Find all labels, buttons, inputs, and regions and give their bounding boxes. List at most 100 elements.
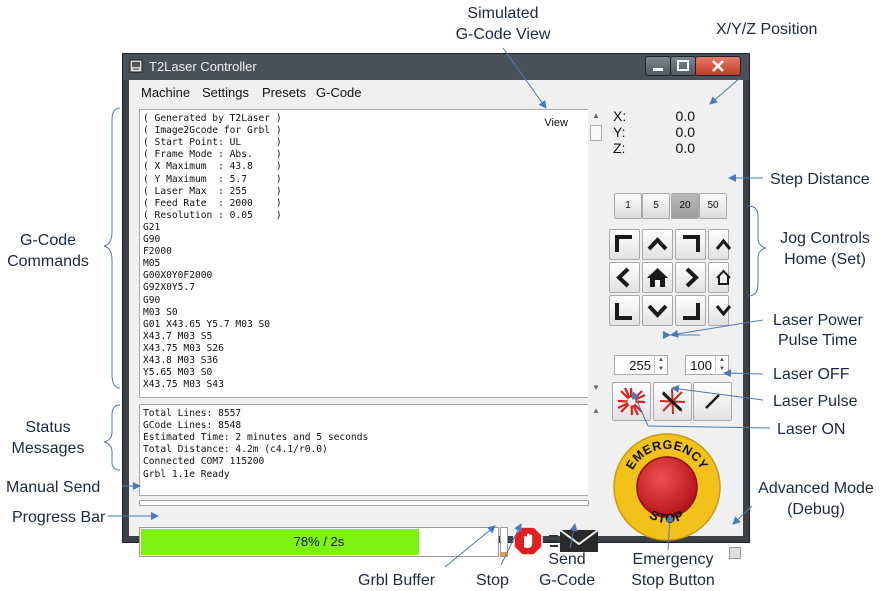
title-bar: T2Laser Controller <box>123 54 749 80</box>
gcode-line: X43.8 M03 S36 <box>143 355 219 366</box>
jog-right-button[interactable] <box>675 262 706 293</box>
progress-text: 78% / 2s <box>293 534 345 549</box>
status-line: GCode Lines: 8548 <box>143 420 242 432</box>
spin-down-arrow[interactable]: ▼ <box>654 365 667 373</box>
callout-manual-send: Manual Send <box>6 479 101 496</box>
spin-up-arrow[interactable]: ▲ <box>654 356 667 364</box>
laser-pulse-icon <box>659 388 686 415</box>
corner-down-left-icon <box>615 303 632 320</box>
callout-step-distance: Step Distance <box>770 171 870 188</box>
gcode-line: ( Frame Mode : Abs. ) <box>143 149 282 161</box>
step-20-button[interactable]: 20 <box>671 193 699 219</box>
gcode-line: G92X0Y5.7 <box>143 282 195 294</box>
spin-up-arrow[interactable]: ▲ <box>715 356 728 364</box>
callout-send-gcode: Send G-Code <box>530 549 604 591</box>
maximize-button[interactable] <box>670 56 696 76</box>
z-label: Z: <box>613 140 626 156</box>
gcode-line: ( Generated by T2Laser ) <box>143 113 282 124</box>
status-line: Total Distance: 4.2m (c4.1/r0.0) <box>143 444 328 456</box>
callout-line: Home (Set) <box>784 251 866 268</box>
gcode-commands-box[interactable]: View ( Generated by T2Laser )( Image2Gco… <box>139 109 589 398</box>
grbl-buffer-bar <box>500 527 508 557</box>
jog-down-right-button[interactable] <box>675 295 706 326</box>
callout-laser-pulse: Laser Pulse <box>773 393 858 410</box>
step-1-button[interactable]: 1 <box>614 193 642 219</box>
close-button[interactable] <box>695 56 741 76</box>
jog-up-right-button[interactable] <box>675 229 706 260</box>
gcode-line: ( Feed Rate : 2000 ) <box>143 197 282 209</box>
gcode-line: ( X Maximum : 43.8 ) <box>143 161 282 173</box>
home-outline-icon <box>716 269 731 285</box>
status-line: Connected COM7 115200 <box>143 456 265 468</box>
minimize-button[interactable] <box>645 56 671 76</box>
callout-line: G-Code <box>19 232 77 249</box>
jog-down-left-button[interactable] <box>609 295 640 326</box>
status-scroll-up-arrow[interactable]: ▲ <box>592 406 600 415</box>
chevron-left-icon <box>616 267 630 288</box>
jog-up-left-button[interactable] <box>609 229 640 260</box>
emergency-stop-button[interactable]: EMERGENCY STOP <box>612 432 722 542</box>
simulated-view-link[interactable]: View <box>544 117 568 129</box>
gcode-line: Y5.65 M03 S0 <box>143 367 213 379</box>
laser-power-input[interactable]: 255 ▲ ▼ <box>614 355 668 375</box>
callout-line: Emergency <box>632 551 714 568</box>
z-value: 0.0 <box>675 140 695 156</box>
gcode-line: G90 <box>143 234 161 245</box>
jog-left-button[interactable] <box>609 262 640 293</box>
gcode-line: F2000 <box>143 246 172 258</box>
step-5-button[interactable]: 5 <box>642 193 670 219</box>
laser-on-button[interactable] <box>612 382 651 421</box>
gcode-scrollbar[interactable]: ▲ ▼ <box>588 109 603 398</box>
gcode-line: X43.75 M03 S26 <box>143 342 224 354</box>
callout-line: Status <box>25 419 71 436</box>
jog-z-up-button[interactable] <box>708 229 732 260</box>
jog-z-down-button[interactable] <box>708 295 732 326</box>
scroll-up-arrow[interactable]: ▲ <box>592 111 600 120</box>
laser-power-value: 255 <box>629 358 651 373</box>
advanced-mode-checkbox[interactable] <box>729 547 741 559</box>
gcode-line: X43.7 M03 S5 <box>143 330 213 342</box>
step-50-button[interactable]: 50 <box>699 193 727 219</box>
status-scrollbar[interactable]: ▲ <box>588 404 603 496</box>
gcode-line: G21 <box>143 221 161 233</box>
window-title: T2Laser Controller <box>149 59 257 74</box>
laser-pulse-button[interactable] <box>653 382 692 421</box>
callout-progress-bar: Progress Bar <box>12 509 106 526</box>
set-home-button[interactable] <box>708 262 731 293</box>
jog-down-button[interactable] <box>642 295 673 326</box>
callout-gcode-commands: G-Code Commands <box>0 230 96 272</box>
client-area: Machine Settings Presets G-Code View ( G… <box>129 80 743 559</box>
grbl-buffer-fill <box>501 551 507 556</box>
manual-send-input[interactable] <box>139 500 589 506</box>
callout-line: Messages <box>11 440 85 457</box>
gcode-line: ( Resolution : 0.05 ) <box>143 209 282 221</box>
spin-down-arrow[interactable]: ▼ <box>715 365 728 373</box>
status-line: Total Lines: 8557 <box>143 408 242 419</box>
status-line: Estimated Time: 2 minutes and 5 seconds <box>143 432 369 444</box>
pulse-time-input[interactable]: 100 ▲ ▼ <box>685 355 729 375</box>
menu-settings[interactable]: Settings <box>202 85 249 100</box>
callout-laser-on: Laser ON <box>777 421 846 438</box>
chevron-up-icon <box>647 237 668 251</box>
callout-line: Commands <box>7 253 89 270</box>
gcode-line: X43.75 M03 S43 <box>143 379 224 391</box>
laser-off-button[interactable] <box>693 382 732 421</box>
pulse-time-value: 100 <box>690 358 712 373</box>
menu-presets[interactable]: Presets <box>262 85 306 100</box>
menu-gcode[interactable]: G-Code <box>316 85 362 100</box>
y-label: Y: <box>613 124 626 140</box>
scroll-down-arrow[interactable]: ▼ <box>592 383 600 392</box>
chevron-right-icon <box>685 267 699 288</box>
callout-line: Jog Controls <box>780 230 870 247</box>
chevron-up-icon <box>715 238 732 250</box>
chevron-down-icon <box>715 305 732 317</box>
scroll-thumb[interactable] <box>590 125 602 141</box>
gcode-line: ( Start Point: UL ) <box>143 137 282 149</box>
home-button[interactable] <box>642 262 673 293</box>
menu-machine[interactable]: Machine <box>141 85 190 100</box>
app-icon <box>129 59 143 73</box>
home-icon <box>647 268 668 287</box>
laser-line-icon <box>705 394 720 409</box>
jog-up-button[interactable] <box>642 229 673 260</box>
gcode-line: ( Y Maximum : 5.7 ) <box>143 173 282 185</box>
